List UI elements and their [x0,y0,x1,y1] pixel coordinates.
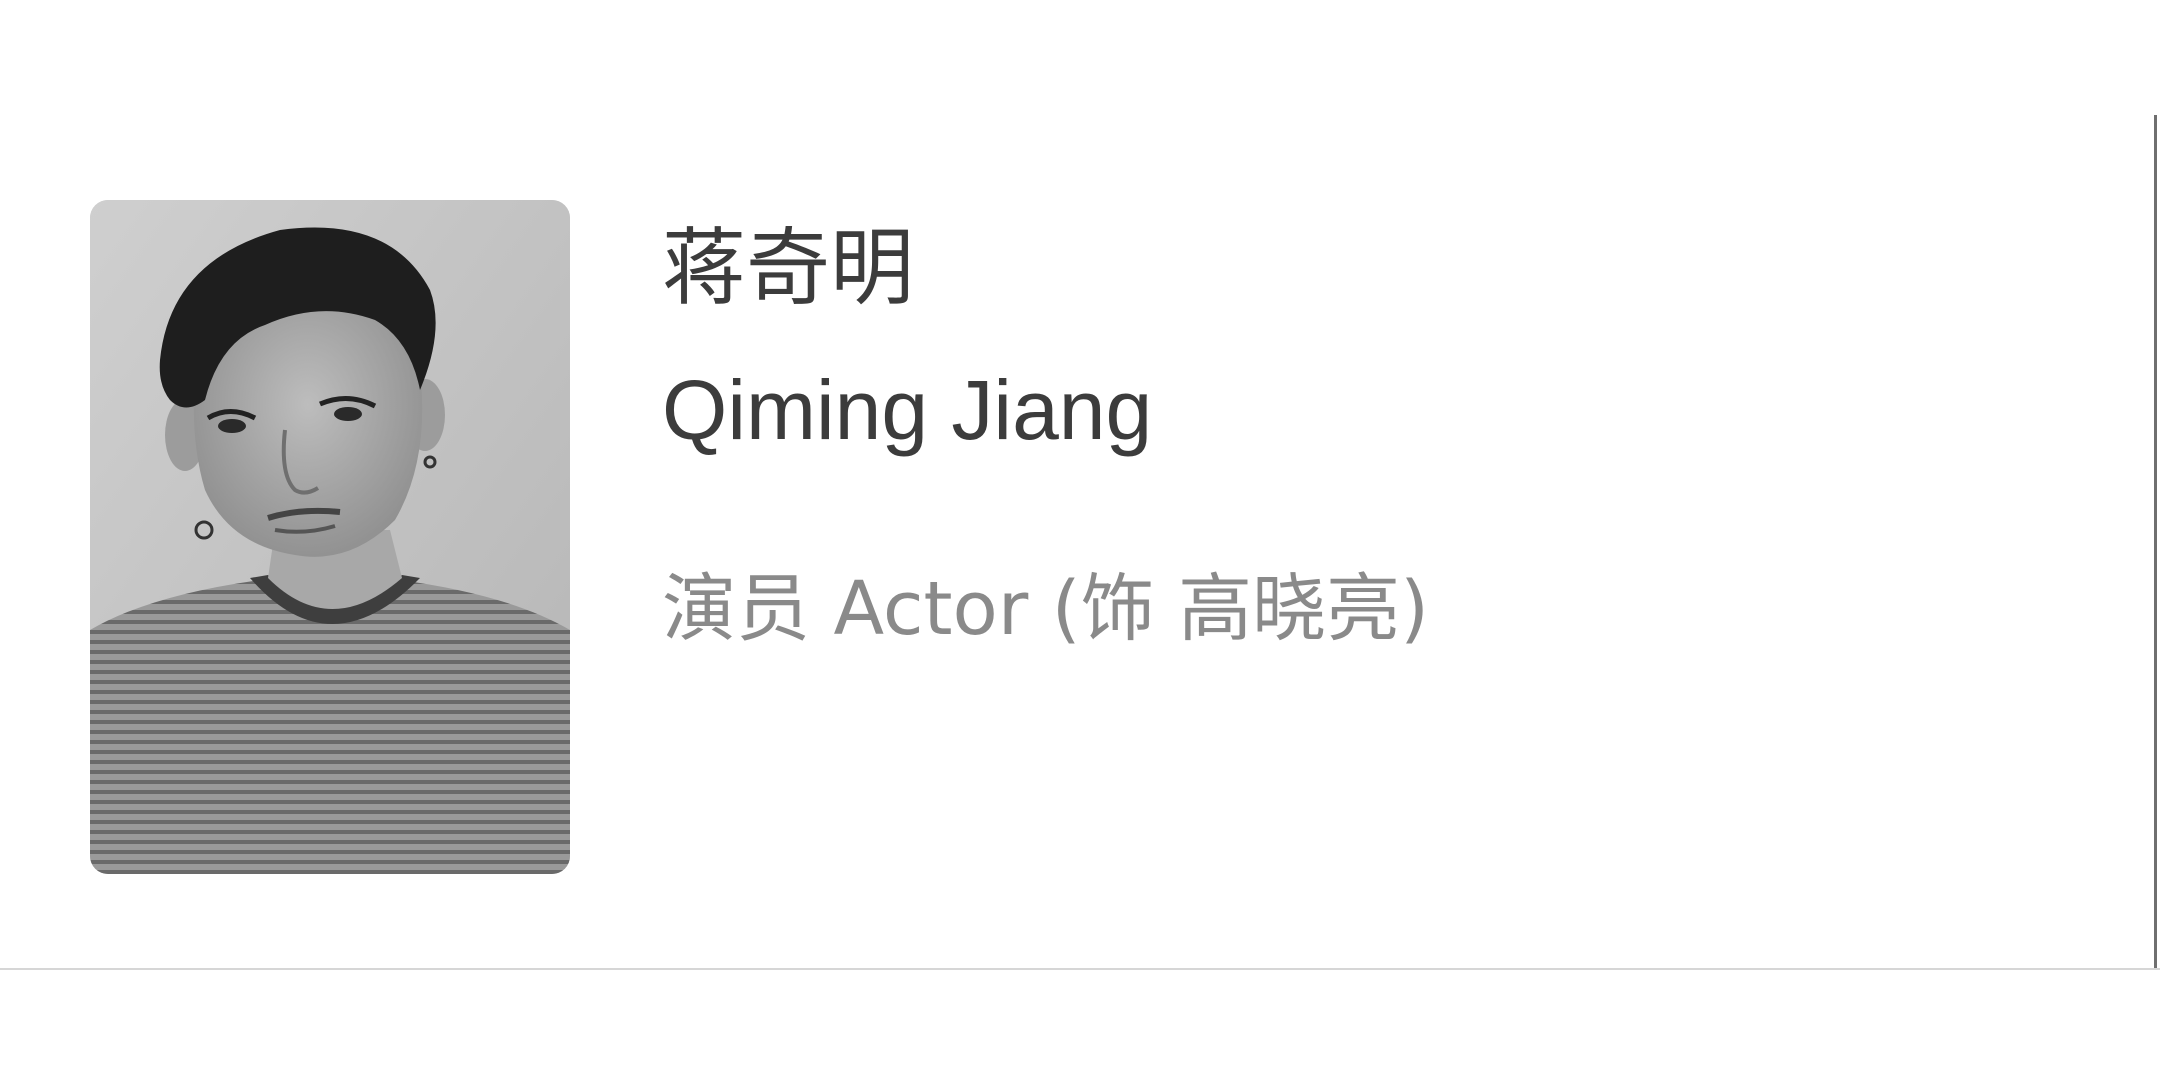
actor-name-english: Qiming Jiang [662,363,1153,457]
cast-member-page: 蒋奇明 Qiming Jiang 演员 Actor (饰 高晓亮) [0,0,2160,1080]
person-portrait-icon [90,200,570,874]
actor-name-chinese: 蒋奇明 [662,219,915,317]
actor-photo [90,200,570,874]
cast-member-card[interactable]: 蒋奇明 Qiming Jiang 演员 Actor (饰 高晓亮) [0,0,2154,968]
scrollbar[interactable] [2154,115,2157,968]
actor-role: 演员 Actor (饰 高晓亮) [662,566,1430,652]
row-divider [0,968,2160,970]
